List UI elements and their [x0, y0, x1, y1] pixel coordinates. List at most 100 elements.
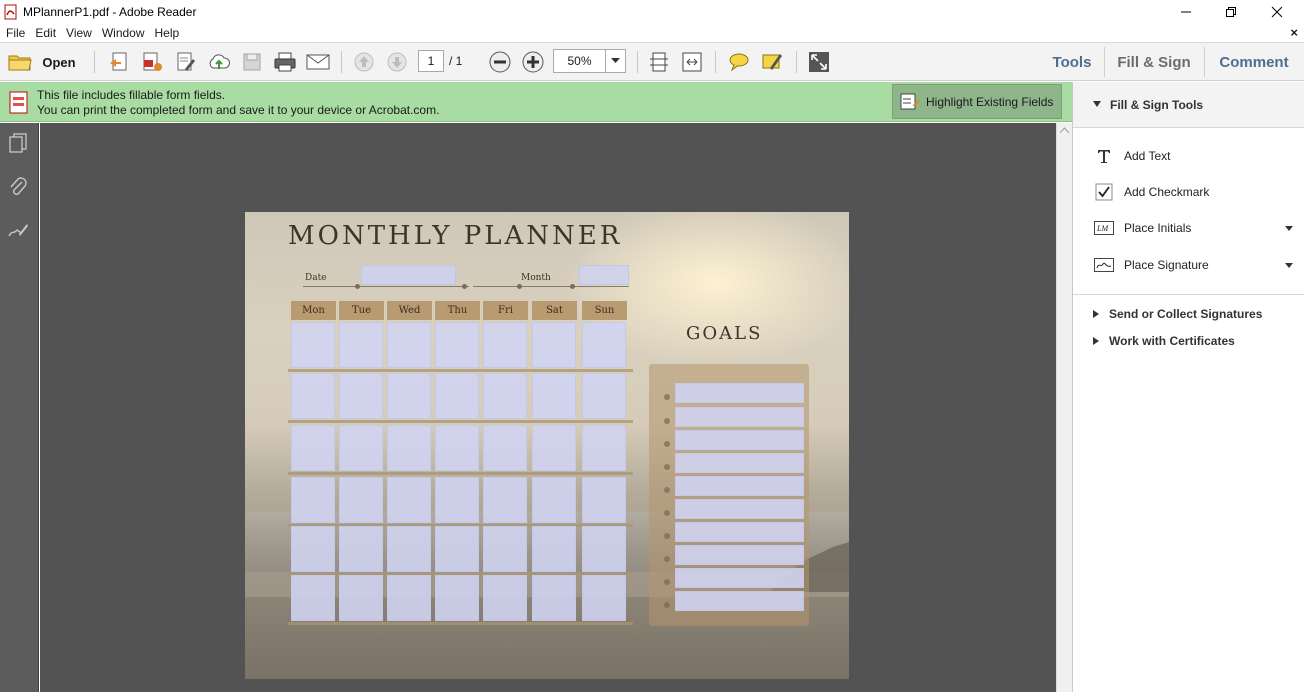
signatures-panel-button[interactable]: [6, 218, 30, 242]
place-initials-tool[interactable]: LM Place Initials: [1093, 217, 1293, 239]
previous-page-button[interactable]: [351, 50, 377, 74]
add-text-tool[interactable]: Add Text: [1093, 145, 1293, 167]
menu-edit[interactable]: Edit: [30, 26, 61, 40]
minimize-button[interactable]: [1163, 0, 1209, 23]
save-button[interactable]: [239, 50, 265, 74]
create-pdf-button[interactable]: [106, 50, 132, 74]
calendar-day-cell[interactable]: [339, 425, 383, 471]
calendar-day-cell[interactable]: [582, 373, 626, 419]
calendar-day-cell[interactable]: [582, 575, 626, 621]
date-field[interactable]: [361, 265, 456, 285]
next-page-button[interactable]: [384, 50, 410, 74]
calendar-day-cell[interactable]: [339, 373, 383, 419]
calendar-day-cell[interactable]: [291, 526, 335, 572]
full-screen-button[interactable]: [806, 50, 832, 74]
close-document-button[interactable]: ×: [1290, 25, 1298, 40]
close-button[interactable]: [1254, 0, 1300, 23]
pages-panel-button[interactable]: [6, 131, 30, 155]
goal-field[interactable]: [675, 476, 804, 496]
calendar-day-cell[interactable]: [582, 526, 626, 572]
tab-comment[interactable]: Comment: [1207, 43, 1301, 81]
calendar-day-cell[interactable]: [339, 526, 383, 572]
calendar-day-cell[interactable]: [387, 322, 431, 368]
calendar-day-cell[interactable]: [339, 322, 383, 368]
place-signature-tool[interactable]: Place Signature: [1093, 254, 1293, 276]
tab-tools[interactable]: Tools: [1044, 43, 1100, 81]
goal-field[interactable]: [675, 383, 804, 403]
comment-button[interactable]: [726, 50, 752, 74]
calendar-day-cell[interactable]: [483, 526, 527, 572]
calendar-day-cell[interactable]: [435, 425, 479, 471]
print-button[interactable]: [271, 50, 299, 74]
calendar-day-cell[interactable]: [291, 575, 335, 621]
page-number-input[interactable]: 1: [418, 50, 444, 72]
calendar-day-cell[interactable]: [435, 322, 479, 368]
goal-field[interactable]: [675, 430, 804, 450]
goal-field[interactable]: [675, 453, 804, 473]
menu-file[interactable]: File: [1, 26, 30, 40]
calendar-day-cell[interactable]: [435, 526, 479, 572]
email-button[interactable]: [304, 50, 332, 74]
fill-sign-tools-header[interactable]: Fill & Sign Tools: [1073, 82, 1304, 128]
calendar-day-cell[interactable]: [582, 477, 626, 523]
calendar-day-cell[interactable]: [387, 575, 431, 621]
menu-help[interactable]: Help: [150, 26, 185, 40]
menu-window[interactable]: Window: [97, 26, 150, 40]
calendar-day-cell[interactable]: [291, 477, 335, 523]
goal-field[interactable]: [675, 568, 804, 588]
calendar-day-cell[interactable]: [483, 425, 527, 471]
calendar-day-cell[interactable]: [483, 477, 527, 523]
highlight-button[interactable]: [759, 50, 785, 74]
send-collect-signatures-section[interactable]: Send or Collect Signatures: [1093, 307, 1262, 321]
dropdown-arrow-icon[interactable]: [1285, 263, 1293, 268]
goal-field[interactable]: [675, 522, 804, 542]
fit-width-button[interactable]: [679, 50, 705, 74]
calendar-day-cell[interactable]: [532, 477, 576, 523]
calendar-day-cell[interactable]: [582, 322, 626, 368]
goal-field[interactable]: [675, 591, 804, 611]
scroll-up-icon[interactable]: [1060, 127, 1069, 133]
tab-fill-sign[interactable]: Fill & Sign: [1107, 43, 1201, 81]
attachments-panel-button[interactable]: [6, 175, 30, 199]
calendar-day-cell[interactable]: [387, 526, 431, 572]
calendar-day-cell[interactable]: [387, 373, 431, 419]
calendar-day-cell[interactable]: [291, 322, 335, 368]
calendar-day-cell[interactable]: [435, 575, 479, 621]
calendar-day-cell[interactable]: [387, 477, 431, 523]
upload-button[interactable]: [206, 50, 232, 74]
add-checkmark-tool[interactable]: Add Checkmark: [1093, 181, 1293, 203]
goal-field[interactable]: [675, 407, 804, 427]
goal-field[interactable]: [675, 545, 804, 565]
month-field[interactable]: [579, 265, 629, 285]
calendar-day-cell[interactable]: [339, 575, 383, 621]
zoom-out-button[interactable]: [487, 50, 513, 74]
menu-view[interactable]: View: [61, 26, 97, 40]
calendar-day-cell[interactable]: [387, 425, 431, 471]
open-button[interactable]: Open: [6, 50, 78, 74]
calendar-day-cell[interactable]: [532, 322, 576, 368]
calendar-day-cell[interactable]: [339, 477, 383, 523]
calendar-day-cell[interactable]: [532, 425, 576, 471]
calendar-day-cell[interactable]: [483, 322, 527, 368]
vertical-scrollbar[interactable]: [1056, 123, 1072, 692]
fit-page-button[interactable]: [646, 50, 672, 74]
calendar-day-cell[interactable]: [435, 373, 479, 419]
calendar-day-cell[interactable]: [483, 575, 527, 621]
calendar-day-cell[interactable]: [532, 373, 576, 419]
work-with-certificates-section[interactable]: Work with Certificates: [1093, 334, 1235, 348]
edit-pdf-button[interactable]: [173, 50, 199, 74]
calendar-day-cell[interactable]: [582, 425, 626, 471]
calendar-day-cell[interactable]: [291, 373, 335, 419]
zoom-in-button[interactable]: [520, 50, 546, 74]
calendar-day-cell[interactable]: [532, 526, 576, 572]
calendar-day-cell[interactable]: [483, 373, 527, 419]
calendar-day-cell[interactable]: [291, 425, 335, 471]
highlight-existing-fields-button[interactable]: Highlight Existing Fields: [892, 84, 1062, 119]
calendar-day-cell[interactable]: [532, 575, 576, 621]
dropdown-arrow-icon[interactable]: [1285, 226, 1293, 231]
export-pdf-button[interactable]: [139, 50, 165, 74]
goal-field[interactable]: [675, 499, 804, 519]
calendar-day-cell[interactable]: [435, 477, 479, 523]
zoom-select[interactable]: 50%: [553, 49, 626, 73]
restore-button[interactable]: [1208, 0, 1254, 23]
